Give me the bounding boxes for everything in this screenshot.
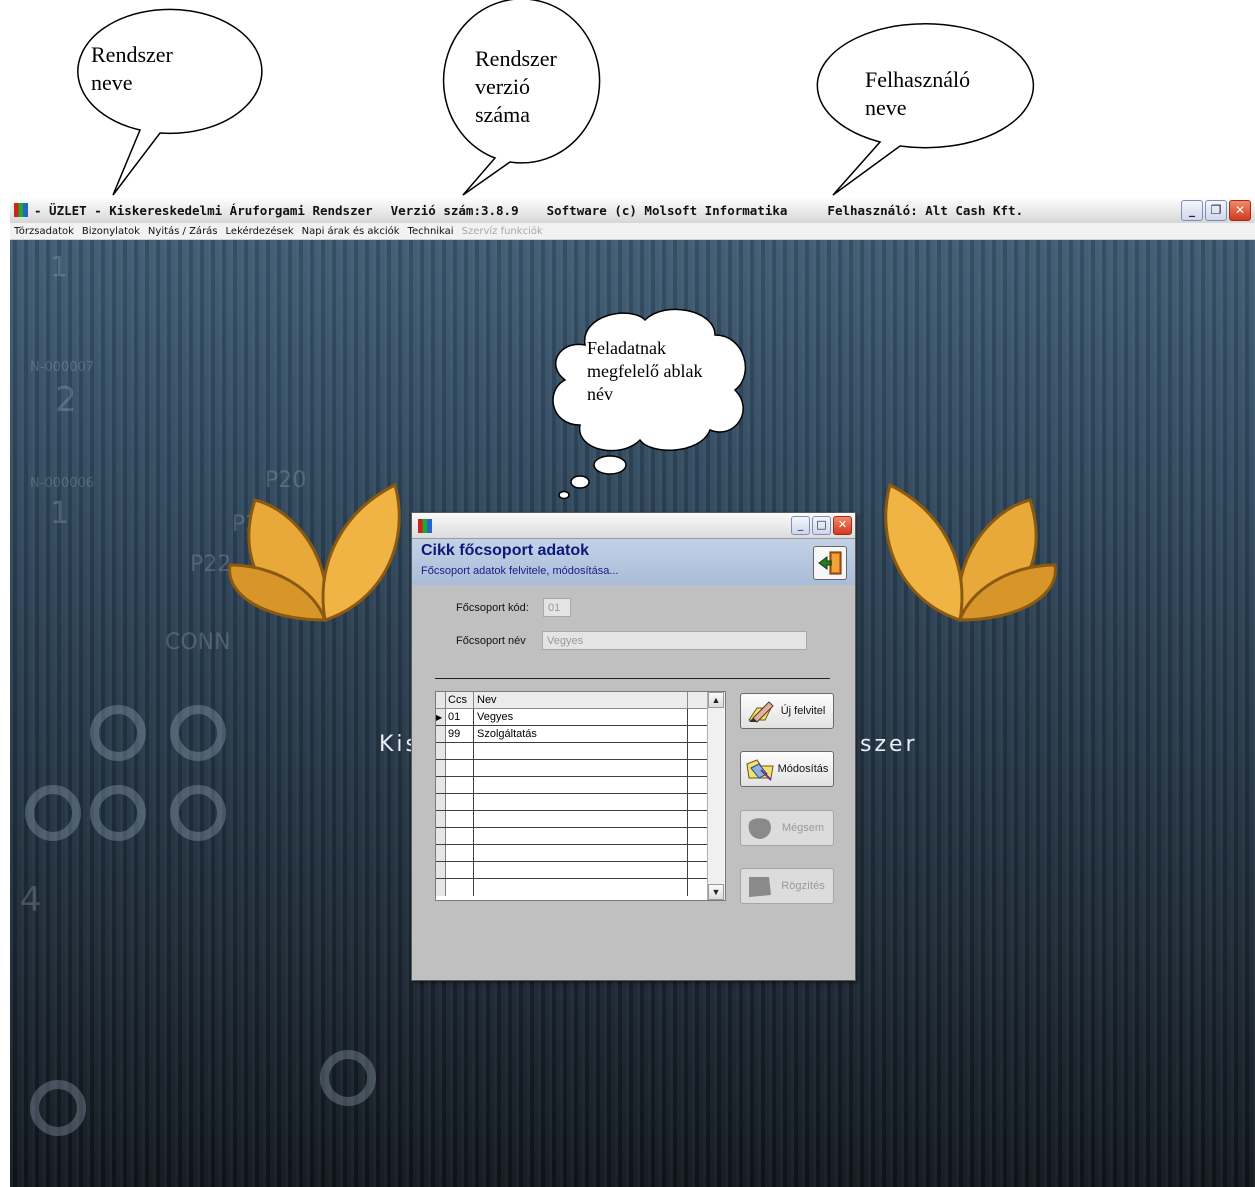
bg-decor: 4 (20, 880, 42, 920)
cell-nev[interactable]: Szolgáltatás (475, 726, 688, 742)
table-header: Ccs Nev (436, 692, 725, 709)
folder-modify-icon (746, 759, 774, 781)
bg-decor (90, 705, 146, 761)
menu-torzsadatok[interactable]: Törzsadatok (10, 226, 78, 237)
focsoport-kod-field[interactable]: 01 (543, 598, 571, 617)
table-row-empty[interactable] (436, 794, 725, 811)
cell-ccs[interactable]: 99 (446, 726, 474, 742)
leaf-logo-right (884, 482, 1057, 622)
table-row-empty[interactable] (436, 811, 725, 828)
focsoport-nev-label: Főcsoport név (456, 635, 526, 647)
bubble-system-name (77, 8, 263, 196)
header-indicator (436, 692, 446, 708)
bg-decor (170, 705, 226, 761)
dialog-subtitle: Főcsoport adatok felvitele, módosítása..… (421, 565, 619, 577)
bg-decor: CONN (165, 630, 231, 655)
annotation-bubbles (77, 0, 1035, 196)
bg-decor (320, 1050, 376, 1106)
bg-decor: N-000006 (30, 476, 95, 491)
table-row[interactable]: 99 Szolgáltatás (436, 726, 725, 743)
row-indicator (436, 726, 446, 742)
separator (435, 678, 830, 679)
pencil-edit-icon (748, 701, 774, 723)
window-controls: _ ❐ ✕ (1181, 200, 1251, 221)
dialog-heading: Cikk főcsoport adatok (421, 542, 590, 559)
scroll-down-icon[interactable]: ▼ (708, 884, 724, 900)
bg-decor (30, 1080, 86, 1136)
bg-decor (25, 785, 81, 841)
table-row-empty[interactable] (436, 743, 725, 760)
cancel-button[interactable]: Mégsem (740, 810, 834, 846)
annotation-user: Felhasználó neve (865, 67, 971, 120)
modify-button[interactable]: Módosítás (740, 751, 834, 787)
bg-decor: 1 (50, 250, 68, 283)
title-software: Software (c) Molsoft Informatika (546, 202, 788, 218)
save-label: Rögzítés (781, 880, 825, 892)
focsoport-kod-label: Főcsoport kód: (456, 602, 529, 614)
menu-bizonylatok[interactable]: Bizonylatok (78, 226, 144, 237)
exit-button[interactable] (813, 546, 847, 580)
cancel-label: Mégsem (781, 822, 825, 834)
title-bar: - ÜZLET - Kiskereskedelmi Áruforgami Ren… (10, 197, 1255, 224)
bg-decor (90, 785, 146, 841)
scroll-up-icon[interactable]: ▲ (708, 692, 724, 708)
current-row-indicator-icon: ▶ (436, 709, 446, 725)
menu-nyitas-zaras[interactable]: Nyitás / Zárás (144, 226, 222, 237)
close-icon[interactable]: ✕ (1229, 200, 1251, 221)
annotation-version: Rendszer verzió száma (475, 46, 557, 127)
table-scrollbar[interactable]: ▲ ▼ (707, 692, 725, 900)
bg-decor (170, 785, 226, 841)
bg-decor: 1 (50, 496, 70, 531)
bg-decor: N-000007 (30, 360, 95, 375)
menu-napi-arak[interactable]: Napi árak és akciók (298, 226, 404, 237)
menu-szerviz: Szervíz funkciók (461, 225, 543, 237)
cancel-icon (748, 818, 771, 839)
title-user: Felhasználó: Alt Cash Kft. (827, 202, 1024, 218)
title-version: Verzió szám:3.8.9 (390, 202, 519, 218)
leaf-logo-left (228, 482, 401, 622)
restore-icon[interactable]: ❐ (1205, 200, 1227, 221)
banner-text-right: szer (860, 732, 918, 757)
new-record-label: Új felvitel (780, 705, 826, 717)
menu-technikai[interactable]: Technikai (404, 226, 458, 237)
bg-decor: 2 (55, 380, 77, 420)
app-icon (14, 203, 28, 217)
table-row-empty[interactable] (436, 828, 725, 845)
focsoport-table: Ccs Nev ▶ 01 Vegyes 99 Szolgáltatás ▲ ▼ (435, 691, 726, 901)
minimize-icon[interactable]: _ (1181, 200, 1203, 221)
save-button[interactable]: Rögzítés (740, 868, 834, 904)
dialog-app-icon (418, 519, 432, 533)
annotation-window-name: Feladatnak megfelelő ablak név (587, 338, 703, 404)
table-row-empty[interactable] (436, 777, 725, 794)
table-row-empty[interactable] (436, 845, 725, 862)
dialog-close-icon[interactable]: ✕ (833, 516, 852, 535)
column-header-nev[interactable]: Nev (475, 692, 688, 708)
new-record-button[interactable]: Új felvitel (740, 693, 834, 729)
title-system-name: - ÜZLET - Kiskereskedelmi Áruforgami Ren… (34, 202, 373, 218)
table-row-empty[interactable] (436, 862, 725, 879)
dialog-minimize-icon[interactable]: _ (791, 516, 810, 535)
column-header-ccs[interactable]: Ccs (446, 692, 474, 708)
annotation-system-name: Rendszer neve (91, 42, 173, 95)
modify-label: Módosítás (777, 763, 829, 775)
table-row-empty[interactable] (436, 879, 725, 896)
dialog-title-bar: _ □ ✕ (412, 513, 855, 539)
cell-nev[interactable]: Vegyes (475, 709, 688, 725)
dialog-window-controls: _ □ ✕ (791, 516, 852, 535)
dialog-maximize-icon[interactable]: □ (812, 516, 831, 535)
menu-bar: Törzsadatok Bizonylatok Nyitás / Zárás L… (10, 223, 1255, 240)
main-window: - ÜZLET - Kiskereskedelmi Áruforgami Ren… (10, 197, 1255, 1187)
table-row[interactable]: ▶ 01 Vegyes (436, 709, 725, 726)
save-icon (749, 877, 771, 897)
focsoport-nev-field[interactable]: Vegyes (542, 631, 807, 650)
desktop-background: 1 N-000007 2 N-000006 1 P20 P21 P22 CONN… (10, 240, 1255, 1187)
cell-ccs[interactable]: 01 (446, 709, 474, 725)
dialog-cikk-focsoport: _ □ ✕ Cikk főcsoport adatok Főcsoport ad… (411, 512, 856, 981)
dialog-header: Cikk főcsoport adatok Főcsoport adatok f… (412, 539, 855, 585)
menu-lekerdezesek[interactable]: Lekérdezések (222, 226, 298, 237)
exit-door-icon (818, 551, 842, 575)
table-row-empty[interactable] (436, 760, 725, 777)
